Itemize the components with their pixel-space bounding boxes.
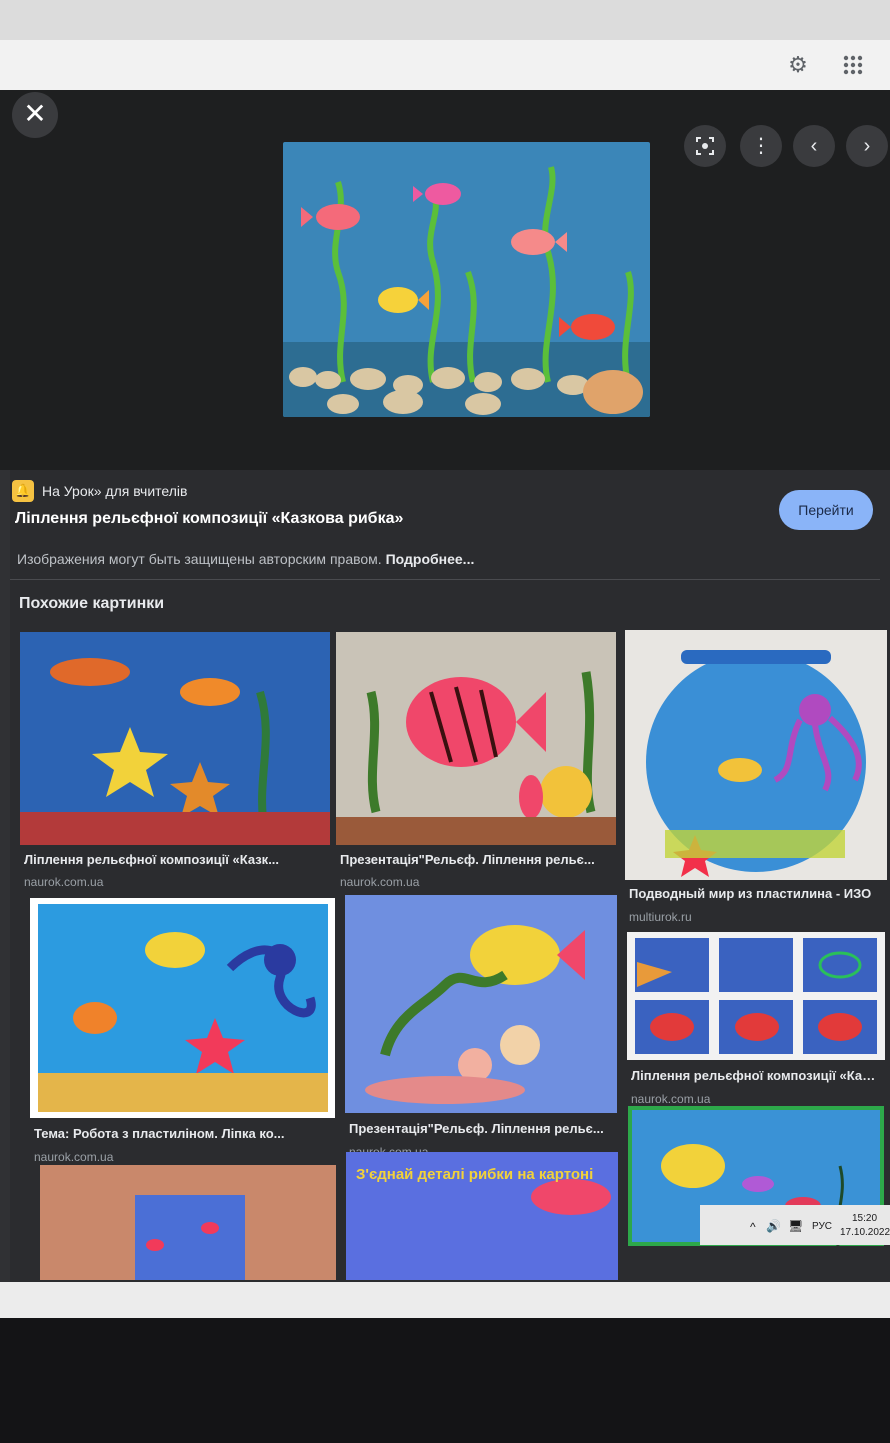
similar-card[interactable]: Ліплення рельєфної композиції «Казк... n… <box>20 632 330 897</box>
visit-button[interactable]: Перейти <box>779 490 873 530</box>
card-domain: naurok.com.ua <box>340 875 420 889</box>
chevron-right-icon[interactable]: › <box>846 125 888 167</box>
card-caption: Презентація"Рельєф. Ліплення рельє... <box>349 1121 604 1136</box>
grid-icon[interactable] <box>838 50 868 80</box>
lens-icon[interactable] <box>684 125 726 167</box>
system-tray: ^ 🔊 🖥 РУС 15:20 17.10.2022 <box>740 1210 890 1240</box>
network-icon[interactable]: 🖥 <box>788 1219 803 1233</box>
chevron-left-icon[interactable]: ‹ <box>793 125 835 167</box>
lens-glyph <box>696 137 714 155</box>
card-caption: Тема: Робота з пластиліном. Ліпка ко... <box>34 1126 285 1141</box>
thumb-art <box>20 632 330 845</box>
similar-thumb <box>40 1165 336 1280</box>
similar-thumb <box>20 632 330 845</box>
similar-thumb <box>336 632 616 845</box>
source-name: На Урок» для вчителів <box>42 483 188 499</box>
similar-card[interactable]: Презентація"Рельєф. Ліплення рельє... na… <box>345 895 617 1165</box>
thumb-art <box>345 895 617 1113</box>
similar-card[interactable]: Презентація"Рельєф. Ліплення рельє... na… <box>336 632 616 892</box>
card-caption: Презентація"Рельєф. Ліплення рельє... <box>340 852 595 867</box>
apps-grid-glyph <box>843 55 863 75</box>
copyright-text: Изображения могут быть защищены авторски… <box>17 551 382 567</box>
chevron-up-icon[interactable]: ^ <box>750 1220 756 1234</box>
more-link[interactable]: Подробнее... <box>386 551 475 567</box>
speaker-icon[interactable]: 🔊 <box>766 1219 781 1233</box>
similar-thumb <box>627 932 885 1060</box>
similar-card[interactable]: Ліплення рельєфної композиції «Казк... n… <box>627 932 885 1112</box>
bezel-strip <box>0 1282 890 1318</box>
clock-time: 15:20 <box>852 1213 878 1224</box>
thumb-text: З'єднай деталі рибки на картоні <box>356 1166 594 1183</box>
similar-card[interactable] <box>40 1165 336 1280</box>
card-caption: Подводный мир из пластилина - ИЗО <box>629 886 872 901</box>
similar-thumb <box>345 895 617 1113</box>
aquarium-illustration <box>283 142 650 417</box>
thumb-art <box>336 632 616 845</box>
browser-topbar: ⚙ <box>0 40 890 90</box>
clock-date: 17.10.2022 <box>840 1227 890 1238</box>
card-domain: naurok.com.ua <box>631 1092 711 1106</box>
more-vert-icon[interactable]: ⋮ <box>740 125 782 167</box>
similar-thumb <box>30 898 335 1118</box>
similar-heading: Похожие картинки <box>19 595 165 612</box>
similar-card[interactable]: З'єднай деталі рибки на картоні <box>346 1152 618 1280</box>
thumb-art <box>625 630 887 880</box>
thumb-art <box>627 932 885 1060</box>
card-caption: Ліплення рельєфної композиції «Казк... <box>631 1068 881 1083</box>
result-title[interactable]: Ліплення рельєфної композиції «Казкова р… <box>15 510 403 528</box>
source-row[interactable]: 🔔 На Урок» для вчителів <box>12 478 187 504</box>
similar-thumb <box>625 630 887 880</box>
divider <box>10 579 880 580</box>
site-favicon: 🔔 <box>12 480 34 502</box>
similar-card[interactable]: Подводный мир из пластилина - ИЗО multiu… <box>625 630 887 930</box>
thumb-art <box>30 898 335 1118</box>
close-icon[interactable]: ✕ <box>12 92 58 138</box>
card-domain: naurok.com.ua <box>34 1150 114 1164</box>
main-image[interactable] <box>283 142 650 417</box>
copyright-notice: Изображения могут быть защищены авторски… <box>17 551 474 567</box>
similar-card[interactable]: Тема: Робота з пластиліном. Ліпка ко... … <box>30 898 335 1168</box>
gear-icon[interactable]: ⚙ <box>783 50 813 80</box>
card-caption: Ліплення рельєфної композиції «Казк... <box>24 852 280 867</box>
thumb-art <box>40 1165 336 1280</box>
card-domain: multiurok.ru <box>629 910 692 924</box>
language-indicator[interactable]: РУС <box>812 1221 832 1232</box>
screen: ⚙ ✕ ⋮ ‹ › 🔔 На Урок» для вчителів Ліплен… <box>0 40 890 1282</box>
card-domain: naurok.com.ua <box>24 875 104 889</box>
monitor-bezel-bottom <box>0 1282 890 1443</box>
